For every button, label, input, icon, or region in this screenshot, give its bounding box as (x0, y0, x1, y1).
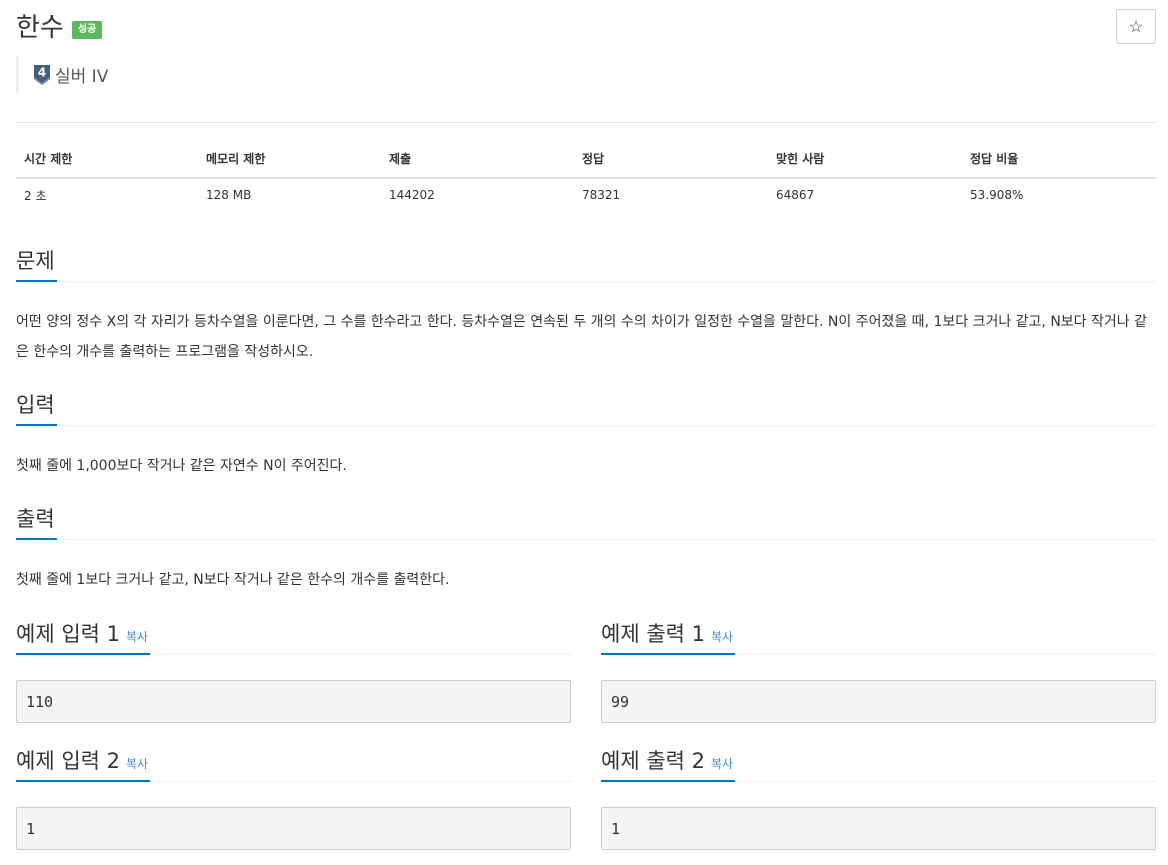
problem-section-header: 문제 (16, 244, 1156, 282)
input-description: 첫째 줄에 1,000보다 작거나 같은 자연수 N이 주어진다. (16, 458, 347, 474)
input-section-title: 입력 (16, 388, 57, 426)
header-solved-users: 맞힌 사람 (768, 122, 962, 179)
header-submissions: 제출 (381, 122, 574, 179)
tier-info: 4 실버 IV (16, 56, 108, 93)
value-solved-users: 64867 (776, 188, 815, 202)
problem-title: 한수 (16, 13, 64, 43)
value-memory-limit: 128 MB (206, 188, 252, 202)
output-description: 첫째 줄에 1보다 크거나 같고, N보다 작거나 같은 한수의 개수를 출력한… (16, 572, 450, 588)
copy-sample-input-2-link[interactable]: 복사 (126, 757, 148, 771)
silver-tier-icon: 4 (33, 64, 51, 85)
tier-number: 4 (38, 65, 46, 79)
sample-input-2-header: 예제 입력 2 복사 (16, 744, 571, 782)
result-badge: 성공 (71, 21, 103, 39)
info-header-row: 시간 제한 메모리 제한 제출 정답 맞힌 사람 정답 비율 (16, 122, 1156, 179)
problem-page: 한수 성공 ☆ 4 실버 IV 시간 제한 메모리 제한 제출 정답 맞힌 사람… (0, 0, 1168, 865)
copy-sample-output-1-link[interactable]: 복사 (711, 630, 733, 644)
value-accept-ratio: 53.908% (970, 188, 1024, 202)
sample-input-2-box[interactable]: 1 (16, 807, 571, 850)
sample-output-1-title: 예제 출력 1 (601, 622, 705, 646)
sample-input-2-title: 예제 입력 2 (16, 749, 120, 773)
sample-input-1-box[interactable]: 110 (16, 680, 571, 723)
value-accepted: 78321 (582, 188, 621, 202)
sample-output-1-header: 예제 출력 1 복사 (601, 617, 1156, 655)
sample-output-2-box[interactable]: 1 (601, 807, 1156, 850)
problem-section-title: 문제 (16, 244, 57, 282)
input-section-header: 입력 (16, 388, 1156, 426)
header-time-limit: 시간 제한 (16, 122, 198, 179)
output-section-header: 출력 (16, 502, 1156, 540)
problem-info-table: 시간 제한 메모리 제한 제출 정답 맞힌 사람 정답 비율 2 초 128 M… (16, 122, 1156, 212)
copy-sample-input-1-link[interactable]: 복사 (126, 630, 148, 644)
title-row: 한수 성공 (16, 8, 103, 48)
copy-sample-output-2-link[interactable]: 복사 (711, 757, 733, 771)
sample-output-2-header: 예제 출력 2 복사 (601, 744, 1156, 782)
sample-output-2-title: 예제 출력 2 (601, 749, 705, 773)
favorite-star-button[interactable]: ☆ (1116, 9, 1156, 44)
sample-output-2-title-wrap: 예제 출력 2 복사 (601, 744, 736, 782)
sample-output-1-box[interactable]: 99 (601, 680, 1156, 723)
sample-input-1-header: 예제 입력 1 복사 (16, 617, 571, 655)
tier-label: 실버 IV (55, 67, 109, 87)
output-section-title: 출력 (16, 502, 57, 540)
info-value-row: 2 초 128 MB 144202 78321 64867 53.908% (16, 178, 1156, 212)
problem-description: 어떤 양의 정수 X의 각 자리가 등차수열을 이룬다면, 그 수를 한수라고 … (16, 314, 1147, 360)
sample-input-1-title-wrap: 예제 입력 1 복사 (16, 617, 151, 655)
sample-input-1-title: 예제 입력 1 (16, 622, 120, 646)
header-memory-limit: 메모리 제한 (198, 122, 381, 179)
sample-input-2-title-wrap: 예제 입력 2 복사 (16, 744, 151, 782)
header-accept-ratio: 정답 비율 (962, 122, 1156, 179)
value-time-limit: 2 초 (24, 188, 47, 203)
sample-output-1-title-wrap: 예제 출력 1 복사 (601, 617, 736, 655)
value-submissions: 144202 (389, 188, 435, 202)
star-icon: ☆ (1128, 18, 1144, 36)
header-accepted: 정답 (574, 122, 768, 179)
